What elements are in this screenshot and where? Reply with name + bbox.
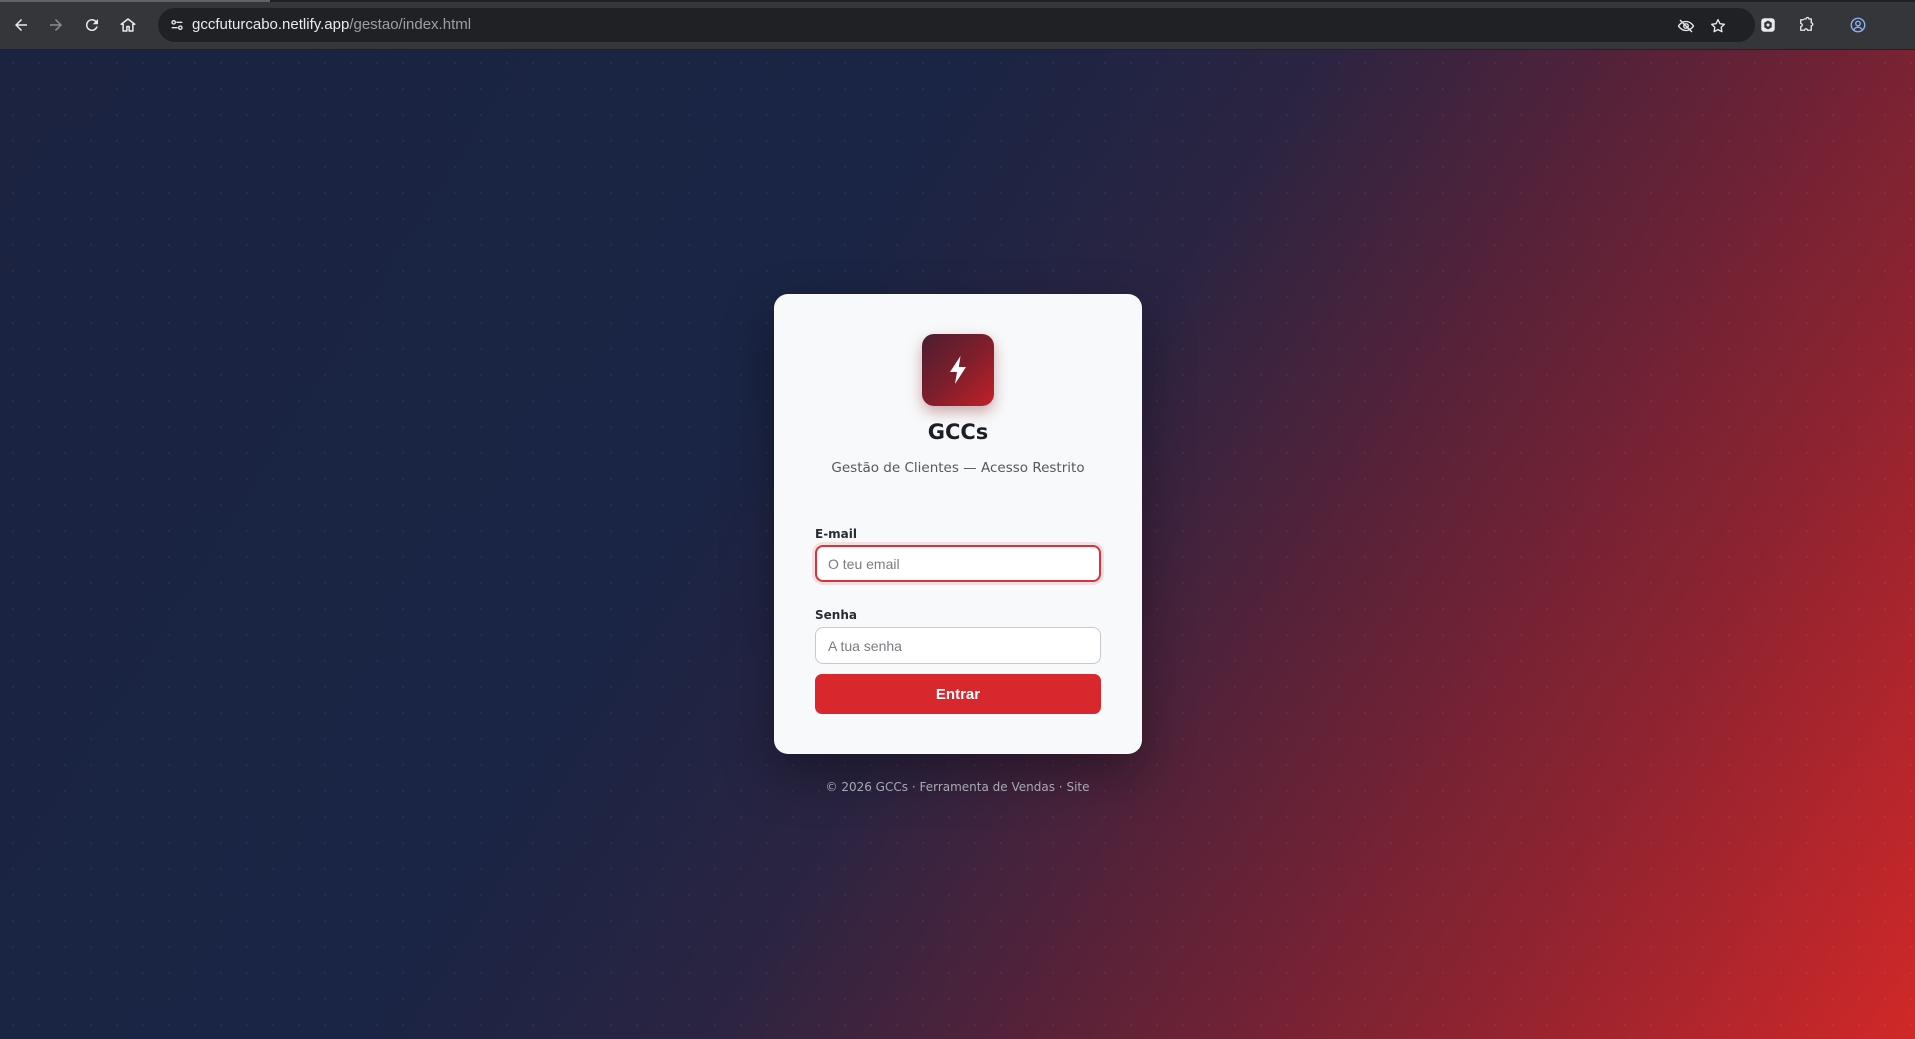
- forward-button[interactable]: [42, 11, 70, 39]
- login-button[interactable]: Entrar: [815, 674, 1101, 714]
- home-icon: [120, 18, 136, 32]
- url-path: /gestao/index.html: [349, 16, 472, 33]
- back-button[interactable]: [7, 11, 35, 39]
- email-label: E-mail: [815, 527, 858, 541]
- home-button[interactable]: [114, 11, 142, 39]
- email-field[interactable]: [815, 545, 1101, 582]
- star-icon: [1710, 18, 1726, 33]
- profile-icon: [1850, 17, 1866, 33]
- password-field[interactable]: [815, 627, 1101, 664]
- extension-app-button[interactable]: [1756, 13, 1780, 37]
- url-text[interactable]: gccfuturcabo.netlify.app/gestao/index.ht…: [192, 16, 471, 33]
- brand-subtitle: Gestão de Clientes — Acesso Restrito: [831, 460, 1085, 476]
- footer-separator: ·: [1058, 780, 1063, 794]
- footer-copyright: © 2026 GCCs: [825, 780, 908, 794]
- password-label: Senha: [815, 608, 857, 622]
- brand-title: GCCs: [927, 420, 989, 444]
- footer-tool-link[interactable]: Ferramenta de Vendas: [919, 780, 1055, 794]
- reload-button[interactable]: [78, 11, 106, 39]
- lightning-bolt-icon: [950, 356, 966, 384]
- url-host: gccfuturcabo.netlify.app: [192, 16, 350, 33]
- address-bar[interactable]: gccfuturcabo.netlify.app/gestao/index.ht…: [158, 8, 1755, 42]
- extension-app-icon: [1761, 18, 1775, 32]
- tracking-protection-button[interactable]: [1675, 15, 1697, 37]
- footer-separator: ·: [911, 780, 916, 794]
- reload-icon: [85, 19, 98, 32]
- tab-strip: [0, 0, 1915, 2]
- extensions-button[interactable]: [1794, 13, 1818, 37]
- browser-toolbar: gccfuturcabo.netlify.app/gestao/index.ht…: [0, 0, 1915, 50]
- extensions-puzzle-icon: [1800, 16, 1814, 31]
- bookmark-star-button[interactable]: [1707, 15, 1729, 37]
- page-footer: © 2026 GCCs · Ferramenta de Vendas · Sit…: [0, 780, 1915, 794]
- page-background: GCCs Gestão de Clientes — Acesso Restrit…: [0, 50, 1915, 1039]
- site-info-button[interactable]: [166, 14, 188, 36]
- profile-button[interactable]: [1846, 13, 1870, 37]
- back-icon: [15, 19, 27, 31]
- brand-logo: [922, 334, 994, 406]
- eye-off-icon: [1677, 19, 1695, 33]
- active-tab-indicator: [0, 0, 270, 2]
- footer-site-link[interactable]: Site: [1066, 780, 1089, 794]
- site-info-icon: [171, 20, 183, 30]
- forward-icon: [50, 19, 62, 31]
- login-card: GCCs Gestão de Clientes — Acesso Restrit…: [774, 294, 1142, 754]
